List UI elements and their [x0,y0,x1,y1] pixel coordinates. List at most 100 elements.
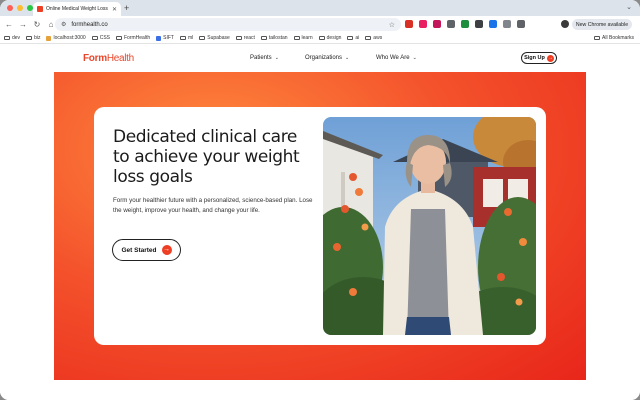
bookmark-label: dev [12,35,21,41]
folder-icon [260,35,267,41]
bookmark-label: localhost:3000 [53,35,86,41]
formhealth-logo[interactable]: FormHealth [83,53,134,64]
url-text[interactable]: formhealth.co [71,22,388,28]
folder-icon [235,35,242,41]
hero-headline: Dedicated clinical care to achieve your … [113,127,300,187]
bookmark-label: react [243,35,255,41]
bookmark-label: SIFT [163,35,174,41]
folder-icon [318,35,325,41]
bookmark-label: learn [301,35,313,41]
dark-extension-icon[interactable] [475,20,483,28]
nav-organizations[interactable]: Organizations ⌄ [305,55,349,61]
bookmark-label: CSS [99,35,110,41]
bookmark-tailostan[interactable]: tailostan [260,35,288,41]
bookmark-supabase[interactable]: Supabase [199,35,230,41]
grid-extension-icon[interactable] [447,20,455,28]
folder-icon [347,35,354,41]
hero-card: Dedicated clinical care to achieve your … [94,107,546,345]
bookmark-label: aws [373,35,383,41]
bookmark-aws[interactable]: aws [365,35,382,41]
logo-form: Form [83,53,107,64]
get-started-button[interactable]: Get Started → [112,239,181,261]
minimize-window-button[interactable] [17,5,23,11]
bookmark-localhost-3000[interactable]: localhost:3000 [46,35,86,41]
bookmark-react[interactable]: react [235,35,255,41]
new-chrome-available-button[interactable]: New Chrome available [572,19,632,30]
bookmark-ml[interactable]: ml [179,35,194,41]
nav-who-we-are-label: Who We Are [376,55,410,61]
nav-patients[interactable]: Patients ⌄ [250,55,279,61]
bookmark-formhealth[interactable]: FormHealth [116,35,150,41]
formhealth-favicon-icon [37,6,43,12]
get-started-label: Get Started [121,246,157,254]
browser-toolbar: ← → ↻ ⌂ ⚙ formhealth.co ☆ New Chrome ava… [0,16,640,33]
profile-avatar[interactable] [561,20,569,28]
folder-icon [116,35,122,41]
browser-window: Online Medical Weight Loss ✕ + ⌄ ← → ↻ ⌂… [0,0,640,400]
bookmark-star-icon[interactable]: ☆ [389,21,395,29]
hero-subtext: Form your healthier future with a person… [113,197,313,214]
tab-title: Online Medical Weight Loss [46,6,108,12]
chevron-down-icon: ⌄ [412,55,417,61]
blue-extension-icon[interactable] [489,20,497,28]
home-icon[interactable]: ⌂ [47,20,55,29]
tab-strip: Online Medical Weight Loss ✕ + ⌄ [0,0,640,16]
nav-organizations-label: Organizations [305,55,343,61]
red-extension-icon[interactable] [405,20,413,28]
reload-icon[interactable]: ↻ [33,20,41,29]
bookmark-label: ai [355,35,360,41]
back-icon[interactable]: ← [5,20,13,29]
gray-extension-icon[interactable] [503,20,511,28]
new-tab-button[interactable]: + [124,3,129,13]
bookmark-biz[interactable]: biz [26,35,40,41]
bookmark-label: design [326,35,342,41]
bookmark-learn[interactable]: learn [293,35,313,41]
all-bookmarks-label: All Bookmarks [602,35,634,41]
folder-icon [26,35,33,41]
folder-icon [4,35,10,41]
sign-up-label: Sign Up [524,55,545,61]
bookmarks-bar: dev biz localhost:3000 CSS FormHealth SIFT ml S… [0,33,640,44]
bookmark-css[interactable]: CSS [91,35,110,41]
chevron-down-icon: ⌄ [345,55,350,61]
site-header: FormHealth Patients ⌄ Organizations ⌄ Wh… [0,45,640,71]
tab-search-icon[interactable]: ⌄ [626,3,632,11]
hero-photo-woman-in-garden [323,117,536,335]
pink-extension-icon[interactable] [419,20,427,28]
bookmark-label: biz [34,35,41,41]
bookmark-label: tailostan [268,35,288,41]
close-window-button[interactable] [7,5,13,11]
folder-icon [293,35,300,41]
green-extension-icon[interactable] [461,20,469,28]
logo-health: Health [106,53,134,64]
folder-icon [91,35,98,41]
nav-who-we-are[interactable]: Who We Are ⌄ [376,55,417,61]
nav-patients-label: Patients [250,55,272,61]
chevron-down-icon: ⌄ [274,55,279,61]
folder-icon [199,35,206,41]
site-favicon-icon [156,35,162,41]
all-bookmarks-button[interactable]: All Bookmarks [594,35,634,41]
folder-icon [365,35,372,41]
folder-icon [594,35,601,41]
site-info-icon[interactable]: ⚙ [61,21,66,28]
window-controls [7,5,33,11]
bookmark-label: FormHealth [124,35,151,41]
bookmark-ai[interactable]: ai [347,35,359,41]
bookmark-sift[interactable]: SIFT [156,35,174,41]
close-tab-icon[interactable]: ✕ [112,6,117,13]
magenta-extension-icon[interactable] [433,20,441,28]
address-bar[interactable]: ⚙ formhealth.co ☆ [55,18,401,31]
sign-up-button[interactable]: Sign Up → [521,52,557,64]
bookmark-label: ml [187,35,194,41]
web-page: FormHealth Patients ⌄ Organizations ⌄ Wh… [0,45,640,400]
bookmark-design[interactable]: design [318,35,342,41]
arrow-right-icon: → [546,54,554,62]
hero-photo-illustration [323,117,536,335]
puzzle-extension-icon[interactable] [517,20,525,28]
forward-icon[interactable]: → [19,20,27,29]
browser-tab-active[interactable]: Online Medical Weight Loss ✕ [33,2,121,16]
arrow-right-icon: → [161,245,172,255]
bookmark-dev[interactable]: dev [4,35,20,41]
bookmark-label: Supabase [207,35,230,41]
